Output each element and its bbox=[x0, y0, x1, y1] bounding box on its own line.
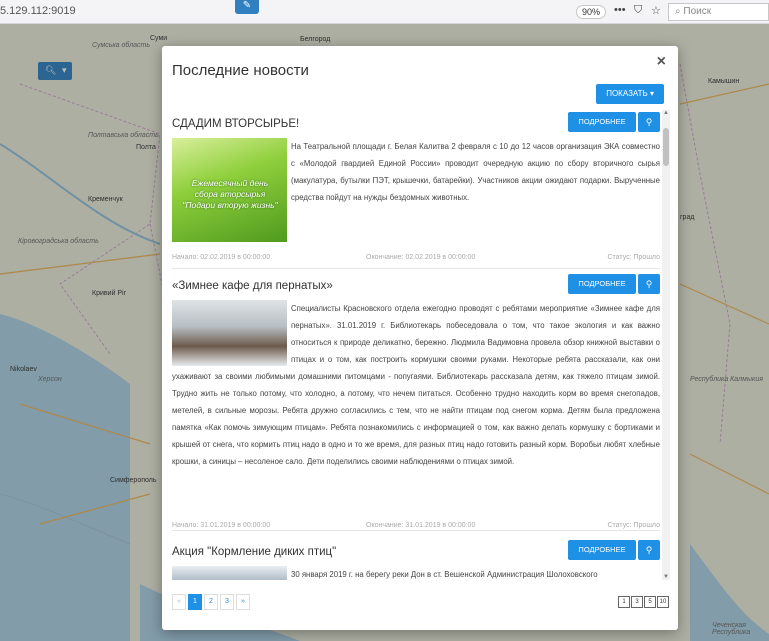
caret-down-icon: ▾ bbox=[649, 89, 654, 98]
page-size-10[interactable]: 10 bbox=[657, 596, 669, 608]
news-list[interactable]: СДАДИМ ВТОРСЫРЬЕ! ПОДРОБНЕЕ ⚲ Ежемесячны… bbox=[172, 110, 670, 580]
page-3[interactable]: 3 bbox=[220, 594, 234, 610]
map-marker-icon: ⚲ bbox=[645, 279, 653, 289]
news-end-date: Окончание: 31.01.2019 в 00:00:00 bbox=[366, 522, 476, 529]
news-text: 30 января 2019 г. на берегу реки Дон в с… bbox=[291, 570, 598, 579]
page-size-selector: 1 3 5 10 bbox=[618, 596, 670, 608]
page-1[interactable]: 1 bbox=[188, 594, 202, 610]
map-marker-button[interactable]: ⚲ bbox=[638, 274, 660, 294]
edit-button[interactable]: ✎ bbox=[235, 0, 259, 14]
news-title: СДАДИМ ВТОРСЫРЬЕ! bbox=[172, 118, 300, 130]
scroll-up-icon[interactable]: ▲ bbox=[662, 110, 670, 116]
pencil-icon: ✎ bbox=[242, 0, 252, 11]
close-button[interactable]: × bbox=[657, 53, 666, 71]
news-item: СДАДИМ ВТОРСЫРЬЕ! ПОДРОБНЕЕ ⚲ Ежемесячны… bbox=[172, 112, 660, 268]
scroll-down-icon[interactable]: ▼ bbox=[662, 574, 670, 580]
news-start-date: Начало: 31.01.2019 в 00:00:00 bbox=[172, 522, 271, 529]
divider bbox=[172, 530, 660, 531]
news-title: «Зимнее кафе для пернатых» bbox=[172, 280, 333, 292]
news-start-date: Начало: 02.02.2019 в 00:00:00 bbox=[172, 254, 271, 261]
map-marker-button[interactable]: ⚲ bbox=[638, 112, 660, 132]
url-bar[interactable]: 5.129.112:9019 bbox=[0, 5, 76, 17]
news-image[interactable] bbox=[172, 300, 287, 366]
news-item: «Зимнее кафе для пернатых» ПОДРОБНЕЕ ⚲ С… bbox=[172, 274, 660, 536]
news-image[interactable] bbox=[172, 566, 287, 580]
divider bbox=[172, 268, 660, 269]
page-next[interactable]: » bbox=[236, 594, 250, 610]
browser-toolbar: 5.129.112:9019 90% ••• ⛉ ☆ ⌕ Поиск bbox=[0, 0, 769, 24]
news-end-date: Окончание: 02.02.2019 в 00:00:00 bbox=[366, 254, 476, 261]
news-image[interactable]: Ежемесячный день сбора вторсырья "Подари… bbox=[172, 138, 287, 242]
page-size-5[interactable]: 5 bbox=[644, 596, 656, 608]
news-text: На Театральной площади г. Белая Калитва … bbox=[291, 142, 660, 202]
news-modal: Последние новости × ПОКАЗАТЬ ▾ СДАДИМ ВТ… bbox=[162, 46, 678, 630]
show-dropdown-button[interactable]: ПОКАЗАТЬ ▾ bbox=[596, 84, 664, 104]
scrollbar[interactable]: ▲ ▼ bbox=[662, 110, 670, 580]
news-title: Акция "Кормление диких птиц" bbox=[172, 546, 337, 558]
browser-search-input[interactable]: ⌕ Поиск bbox=[668, 3, 769, 21]
news-status: Статус: Прошло bbox=[607, 522, 660, 529]
pocket-icon[interactable]: ⛉ bbox=[634, 4, 642, 17]
more-button[interactable]: ПОДРОБНЕЕ bbox=[568, 112, 636, 132]
page-prev[interactable]: « bbox=[172, 594, 186, 610]
map-marker-icon: ⚲ bbox=[645, 117, 653, 127]
news-item: Акция "Кормление диких птиц" ПОДРОБНЕЕ ⚲… bbox=[172, 540, 660, 580]
page-size-1[interactable]: 1 bbox=[618, 596, 630, 608]
page-size-3[interactable]: 3 bbox=[631, 596, 643, 608]
star-icon[interactable]: ☆ bbox=[651, 4, 661, 17]
news-status: Статус: Прошло bbox=[607, 254, 660, 261]
zoom-indicator[interactable]: 90% bbox=[576, 5, 607, 19]
map-marker-icon: ⚲ bbox=[645, 545, 653, 555]
ellipsis-icon[interactable]: ••• bbox=[614, 4, 626, 16]
close-icon: × bbox=[656, 53, 666, 70]
scrollbar-thumb[interactable] bbox=[663, 128, 669, 166]
map-marker-button[interactable]: ⚲ bbox=[638, 540, 660, 560]
more-button[interactable]: ПОДРОБНЕЕ bbox=[568, 540, 636, 560]
page-2[interactable]: 2 bbox=[204, 594, 218, 610]
more-button[interactable]: ПОДРОБНЕЕ bbox=[568, 274, 636, 294]
modal-title: Последние новости bbox=[172, 62, 309, 79]
